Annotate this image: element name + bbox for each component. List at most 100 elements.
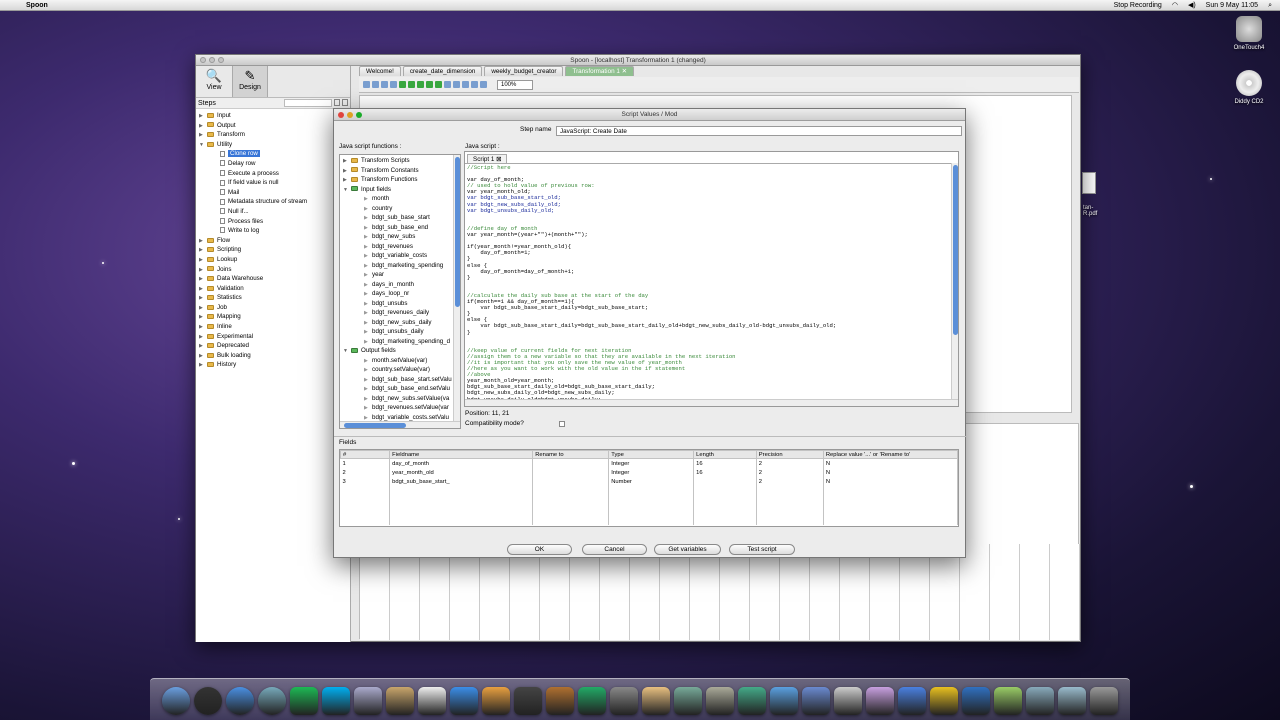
time-machine-icon[interactable] [578,686,606,715]
utility-icon[interactable] [706,686,734,715]
zoom-icon[interactable] [356,112,362,118]
finder-icon[interactable] [162,686,190,715]
functions-tree-item[interactable]: ▶ country.setValue(var) [340,365,460,375]
preview-icon[interactable] [426,81,433,88]
documents-icon[interactable] [1058,686,1086,715]
table-cell[interactable]: 2 [756,477,824,487]
dialog-titlebar[interactable]: Script Values / Mod [334,109,965,121]
fields-column-header[interactable]: Precision [755,450,824,459]
steps-tree-item[interactable]: Process files [196,217,350,227]
view-perspective-button[interactable]: 🔍 View [196,66,232,97]
chat-icon[interactable] [802,686,830,715]
tab-transformation-1[interactable]: Transformation 1 ✕ [565,66,634,76]
table-cell[interactable]: 1 [340,458,391,468]
zoom-icon[interactable] [218,57,224,63]
kettle-icon[interactable] [994,686,1022,715]
table-cell[interactable]: bdgt_sub_base_start_ [389,477,534,487]
wifi-icon[interactable]: ◠ [1172,0,1178,11]
functions-tree-item[interactable]: ▶ bdgt_new_subs_daily [340,318,460,328]
contacts-icon[interactable] [386,686,414,715]
table-cell[interactable]: 16 [693,468,757,478]
compat-mode-checkbox[interactable] [559,421,565,427]
keynote-icon[interactable] [674,686,702,715]
spotlight-icon[interactable]: ⌕ [1268,0,1272,11]
steps-tree-item[interactable]: Mail [196,188,350,198]
fields-column-header[interactable]: Fieldname [389,450,534,459]
steps-tree-item[interactable]: ▶ Job [196,303,350,313]
functions-tree-item[interactable]: ▶ bdgt_revenues [340,242,460,252]
facetime-icon[interactable] [258,686,286,715]
steps-tree-item[interactable]: ▶ Inline [196,322,350,332]
expand-triangle-icon[interactable]: ▶ [199,361,207,371]
minimize-icon[interactable] [347,112,353,118]
design-perspective-button[interactable]: ✎ Design [232,66,268,97]
functions-tree-item[interactable]: ▶ days_in_month [340,280,460,290]
functions-tree-item[interactable]: ▶ bdgt_unsubs_daily [340,327,460,337]
functions-tree-item[interactable]: ▶ year [340,270,460,280]
iphoto-icon[interactable] [482,686,510,715]
functions-tree-item[interactable]: ▶ bdgt_new_subs [340,232,460,242]
app-menu[interactable]: Spoon [26,0,48,11]
pref-icon[interactable] [834,686,862,715]
table-cell[interactable]: Number [608,477,695,487]
cancel-button[interactable]: Cancel [582,544,647,555]
fields-column-header[interactable]: Type [608,450,695,459]
steps-tree-item[interactable]: ▶ Output [196,121,350,131]
fields-column-header[interactable]: Length [693,450,757,459]
script-tab[interactable]: Script 1 ⊠ [467,154,508,163]
clock[interactable]: Sun 9 May 11:05 [1206,0,1258,11]
table-cell[interactable]: 2 [756,468,824,478]
popcorn-icon[interactable] [642,686,670,715]
functions-tree-item[interactable]: ▶ bdgt_sub_base_start.setValu [340,375,460,385]
steps-tree-item[interactable]: Clone row [196,149,350,159]
functions-tree-item[interactable]: ▶ bdgt_sub_base_start [340,213,460,223]
tab-weekly-budget-creator[interactable]: weekly_budget_creator [484,66,564,76]
steps-search-input[interactable] [284,99,332,107]
functions-tree-item[interactable]: ▼ Input fields [340,185,460,195]
table-row[interactable]: 1 day_of_month Integer 16 2 N [340,458,959,468]
functions-tree-item[interactable]: ▶ Transform Scripts [340,156,460,166]
preview-icon[interactable] [354,686,382,715]
dashboard-icon[interactable] [194,686,222,715]
table-cell[interactable]: 3 [340,477,391,487]
functions-hscrollbar[interactable] [340,421,460,428]
table-cell[interactable]: day_of_month [389,458,534,468]
tab-welcome[interactable]: Welcome! [359,66,401,76]
close-icon[interactable] [200,57,206,63]
functions-tree-item[interactable]: ▶ bdgt_revenues_daily [340,308,460,318]
steps-tree-item[interactable]: If field value is null [196,178,350,188]
steps-tree-item[interactable]: ▶ Scripting [196,245,350,255]
sql-icon[interactable] [471,81,478,88]
table-cell[interactable] [532,468,610,478]
google-icon[interactable] [898,686,926,715]
ical-icon[interactable] [418,686,446,715]
table-cell[interactable] [532,458,610,468]
script-hscrollbar[interactable] [465,399,958,406]
steps-tree-item[interactable]: Execute a process [196,169,350,179]
functions-tree-item[interactable]: ▼ Output fields [340,346,460,356]
imovie-icon[interactable] [514,686,542,715]
table-cell[interactable]: 16 [693,458,757,468]
steps-tree-item[interactable]: ▼ Utility [196,140,350,150]
skype-icon[interactable] [322,686,350,715]
debug-icon[interactable] [435,81,442,88]
replay-icon[interactable] [444,81,451,88]
new-icon[interactable] [363,81,370,88]
test-script-button[interactable]: Test script [729,544,795,555]
steps-tree-item[interactable]: ▶ Flow [196,236,350,246]
steps-tree-item[interactable]: ▶ Deprecated [196,341,350,351]
fields-column-header[interactable]: Replace value '...' or 'Rename to' [822,450,959,459]
steps-tree-item[interactable]: ▶ Experimental [196,332,350,342]
onetouch-drive-icon[interactable]: OneTouch4 [1224,16,1274,51]
fields-column-header[interactable]: # [339,450,391,459]
functions-tree-item[interactable]: ▶ bdgt_sub_base_end.setValu [340,384,460,394]
table-cell[interactable]: N [823,477,959,487]
safari-icon[interactable] [226,686,254,715]
step-name-input[interactable]: JavaScript: Create Date [556,126,962,136]
collapse-icon[interactable] [334,99,340,106]
system-preferences-icon[interactable] [610,686,638,715]
pause-icon[interactable] [408,81,415,88]
spotify-icon[interactable] [290,686,318,715]
steps-tree-item[interactable]: ▶ Validation [196,284,350,294]
script-code-area[interactable]: //Script here var day_of_month;// used t… [467,165,949,400]
